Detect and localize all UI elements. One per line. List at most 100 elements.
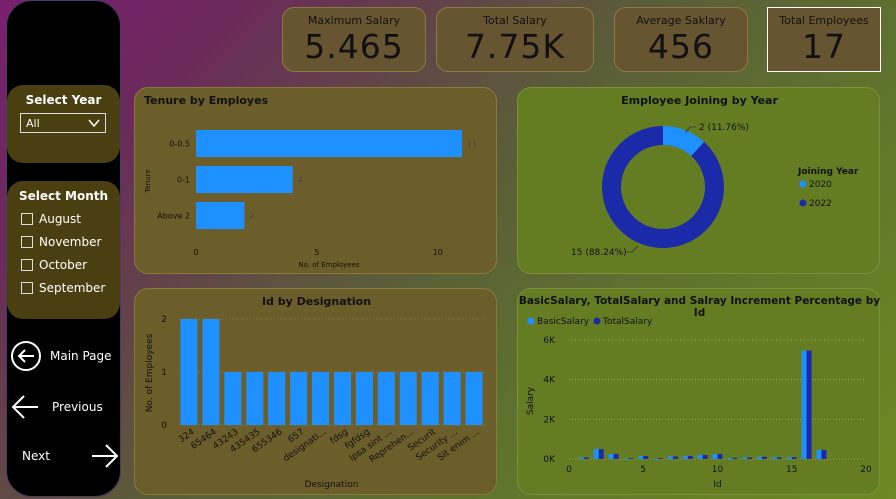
kpi-maximum-salary: Maximum Salary 5.465 bbox=[282, 7, 426, 72]
bar bbox=[623, 458, 629, 459]
month-option-august[interactable]: August bbox=[21, 212, 81, 226]
bar bbox=[801, 350, 807, 459]
tick-label: 10 bbox=[712, 465, 724, 475]
bar bbox=[443, 372, 461, 425]
legend-label: TotalSalary bbox=[602, 317, 653, 327]
bar bbox=[196, 130, 462, 157]
kpi-label: Total Salary bbox=[483, 14, 547, 27]
tick-label: 0 bbox=[566, 465, 572, 475]
kpi-label: Total Employees bbox=[779, 14, 869, 27]
bar bbox=[578, 457, 584, 459]
tick-label: 1 bbox=[161, 368, 167, 378]
legend-label: 2022 bbox=[809, 199, 832, 209]
checkbox[interactable] bbox=[21, 259, 33, 271]
x-axis-label: No. of Employees bbox=[298, 261, 359, 269]
joining-chart: 2 (11.76%) 15 (88.24%) Joining Year 2020 202… bbox=[571, 123, 859, 258]
bar bbox=[653, 458, 659, 459]
bar bbox=[598, 449, 604, 459]
joining-chart-card: Employee Joining by Year 2 (11.76%) 15 (8… bbox=[517, 87, 880, 274]
chevron-down-icon bbox=[88, 119, 100, 128]
month-slicer-title: Select Month bbox=[18, 189, 109, 203]
bar bbox=[593, 449, 599, 459]
bar bbox=[355, 372, 373, 425]
bar bbox=[776, 457, 782, 459]
bar bbox=[333, 372, 352, 425]
bar bbox=[613, 454, 619, 459]
bar bbox=[399, 372, 417, 425]
month-option-october[interactable]: October bbox=[21, 258, 87, 272]
legend-marker bbox=[799, 199, 807, 207]
next-label: Next bbox=[22, 449, 50, 463]
pie-slice bbox=[602, 126, 724, 248]
bar bbox=[583, 457, 589, 459]
bar bbox=[202, 319, 220, 425]
legend-marker bbox=[799, 180, 807, 188]
data-label: 4 bbox=[298, 176, 303, 185]
data-label: 15 (88.24%) bbox=[571, 248, 627, 258]
designation-chart: 0123246546443243435435655346 657designati… bbox=[145, 315, 485, 490]
tick-label: 2K bbox=[543, 415, 556, 425]
legend-marker bbox=[593, 317, 601, 325]
y-axis-label: Salary bbox=[526, 386, 536, 415]
kpi-total-salary: Total Salary 7.75K bbox=[436, 7, 594, 72]
salary-chart: 0K 2K 4K 6K 0 5 10 15 20 BasicSalary TotalSalary Id… bbox=[526, 317, 872, 490]
kpi-value: 456 bbox=[648, 27, 714, 66]
data-label: 2 bbox=[249, 212, 254, 221]
x-axis-label: Designation bbox=[305, 480, 359, 490]
bar bbox=[311, 372, 330, 425]
bar bbox=[727, 457, 733, 459]
designation-chart-card: Id by Designation 0 1 2 324 65464 43243 435435… bbox=[134, 288, 497, 495]
data-label: 11 bbox=[467, 140, 477, 149]
legend-marker bbox=[527, 317, 535, 325]
year-dropdown[interactable]: All bbox=[20, 113, 106, 133]
checkbox[interactable] bbox=[21, 236, 33, 248]
bar bbox=[816, 449, 822, 459]
bar bbox=[196, 166, 293, 193]
back-circle-icon bbox=[11, 341, 41, 371]
tick-label: 0K bbox=[543, 455, 556, 465]
tick-label: 15 bbox=[786, 465, 797, 475]
month-option-november[interactable]: November bbox=[21, 235, 101, 249]
bar bbox=[643, 456, 649, 459]
tenure-chart: 11 0-0.5 4 0-1 2 Above 2 0 5 10 No. of Employees T… bbox=[144, 130, 477, 269]
bar bbox=[771, 457, 777, 459]
kpi-label: Maximum Salary bbox=[307, 14, 401, 27]
kpi-value: 17 bbox=[802, 27, 846, 66]
leader-line bbox=[627, 245, 639, 253]
previous-label: Previous bbox=[52, 400, 103, 414]
bar bbox=[821, 449, 827, 459]
bar bbox=[667, 456, 673, 459]
bar bbox=[747, 457, 753, 459]
tick-label: 10 bbox=[433, 248, 443, 257]
month-option-september[interactable]: September bbox=[21, 281, 105, 295]
tick-label: 20 bbox=[860, 465, 872, 475]
bar bbox=[742, 457, 748, 459]
legend-label: BasicSalary bbox=[537, 317, 590, 327]
previous-button[interactable]: Previous bbox=[10, 393, 103, 421]
kpi-average-salary: Average Saklary 456 bbox=[614, 7, 748, 72]
arrow-right-icon bbox=[91, 444, 119, 468]
y-axis-label: Tenure bbox=[144, 169, 152, 193]
next-button[interactable]: Next bbox=[22, 442, 120, 470]
bar bbox=[246, 372, 264, 425]
bar bbox=[377, 372, 395, 425]
bar bbox=[697, 455, 703, 459]
bar bbox=[465, 372, 483, 425]
checkbox[interactable] bbox=[21, 213, 33, 225]
bar bbox=[608, 454, 614, 459]
kpi-total-employees[interactable]: Total Employees 17 bbox=[767, 7, 881, 72]
tenure-chart-card: Tenure by Employes 11 0-0.5 4 0-1 2 Above 205… bbox=[134, 87, 497, 274]
main-page-label: Main Page bbox=[50, 349, 112, 363]
main-page-button[interactable]: Main Page bbox=[10, 340, 112, 372]
arrow-left-icon bbox=[11, 395, 38, 419]
bar bbox=[682, 456, 688, 459]
checkbox[interactable] bbox=[21, 282, 33, 294]
tick-label: Above 2 bbox=[157, 212, 190, 221]
tick-label: 0-0.5 bbox=[169, 140, 190, 149]
bar bbox=[786, 457, 792, 459]
bar bbox=[717, 454, 723, 459]
x-axis-label: Id bbox=[713, 480, 721, 490]
kpi-value: 5.465 bbox=[304, 27, 404, 66]
tick-label: 0 bbox=[193, 248, 198, 257]
bar bbox=[762, 456, 768, 459]
